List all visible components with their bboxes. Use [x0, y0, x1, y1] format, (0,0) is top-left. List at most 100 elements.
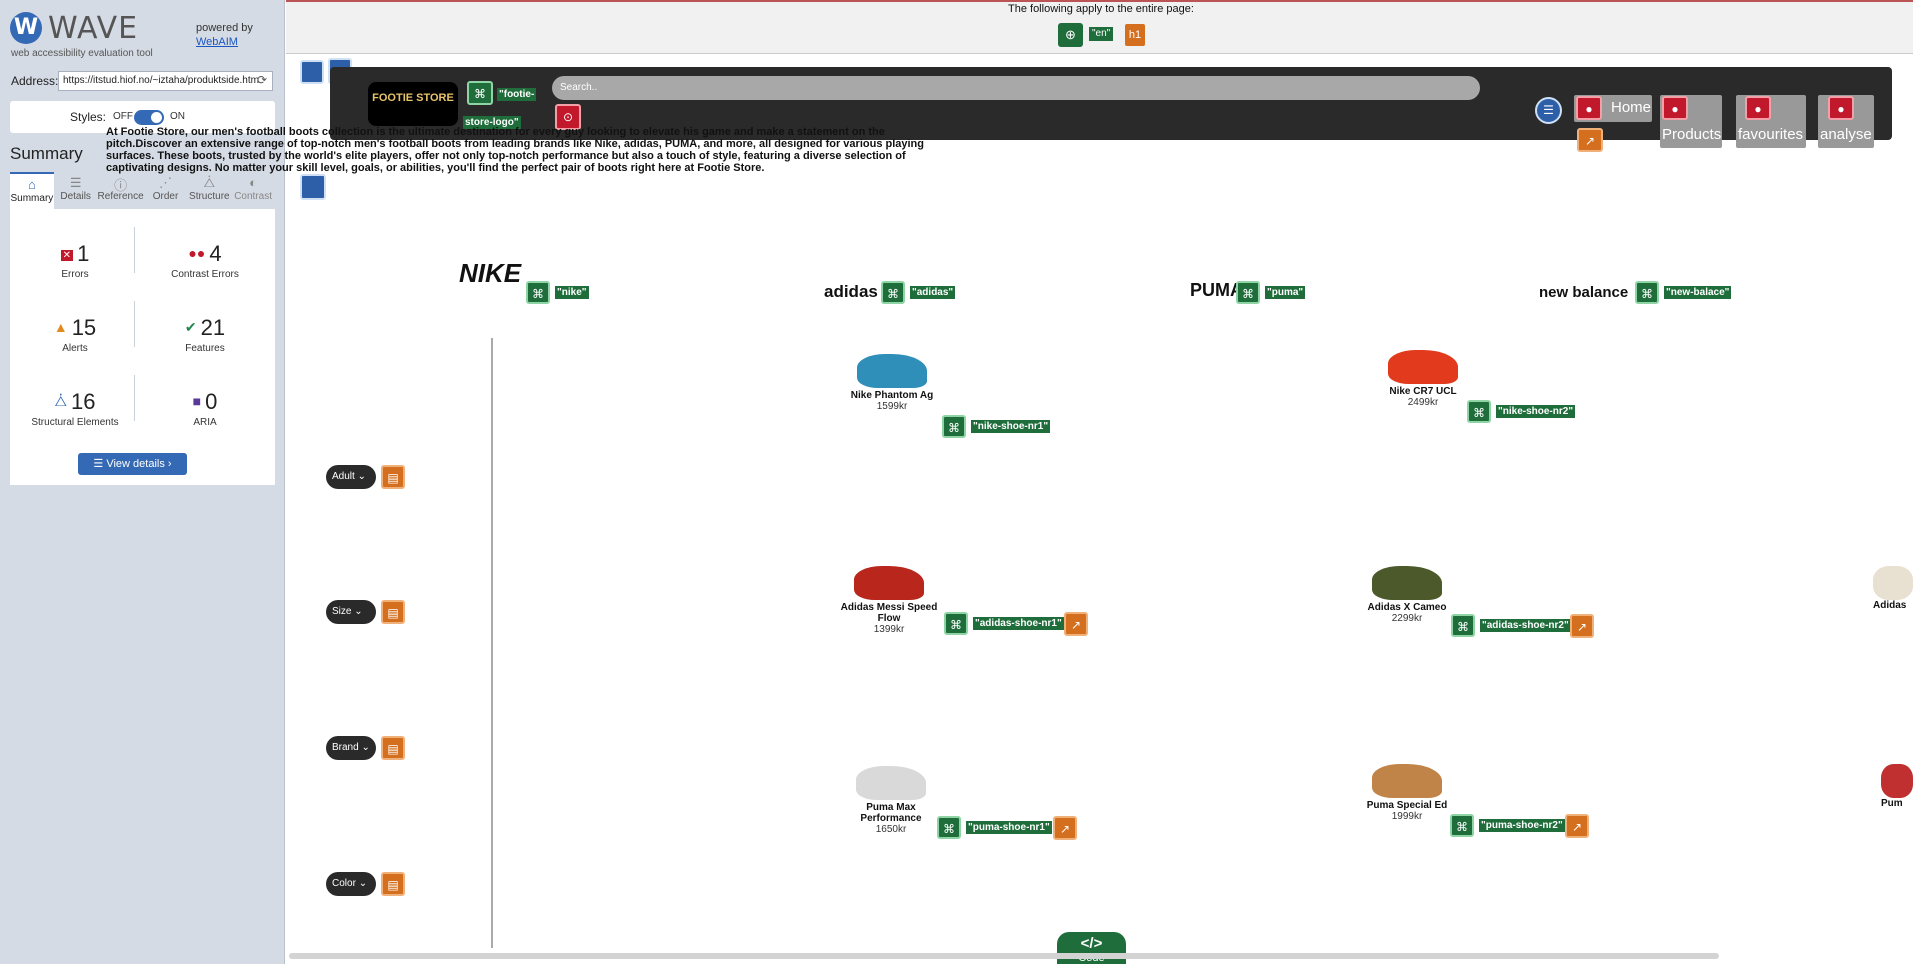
tab-label: Structure: [189, 191, 230, 202]
tab-summary[interactable]: ⌂ Summary: [10, 172, 54, 209]
alt-text-icon[interactable]: ⌘: [944, 612, 968, 635]
product-name: Adidas: [1873, 600, 1907, 611]
alt-text-icon[interactable]: ⌘: [881, 281, 905, 304]
tab-reference[interactable]: ⓘ Reference: [98, 172, 144, 209]
product-name: Pum: [1881, 798, 1903, 809]
intro-paragraph: At Footie Store, our men's football boot…: [106, 126, 924, 174]
product-card[interactable]: Puma Special Ed 1999kr: [1362, 764, 1452, 822]
structural-stat[interactable]: ⧊ 16 Structural Elements: [10, 389, 140, 428]
filter-divider: [491, 338, 493, 948]
product-card-clipped[interactable]: Pum: [1881, 764, 1913, 809]
wave-logo-icon: W: [10, 12, 42, 44]
product-name: Puma Special Ed: [1366, 800, 1448, 811]
product-price: 2499kr: [1407, 397, 1439, 408]
search-input[interactable]: Search..: [552, 76, 1480, 100]
horizontal-scrollbar[interactable]: [289, 953, 1719, 959]
product-card[interactable]: Adidas X Cameo 2299kr: [1362, 566, 1452, 624]
reload-icon[interactable]: ⟳: [257, 73, 267, 87]
product-price: 1599kr: [876, 401, 908, 412]
alert-link-icon[interactable]: ↗: [1570, 614, 1594, 638]
product-name: Adidas Messi Speed Flow: [840, 602, 938, 624]
styles-toggle[interactable]: [134, 110, 164, 125]
alert-select-icon[interactable]: ▤: [381, 465, 405, 489]
features-stat[interactable]: ✔ 21 Features: [140, 315, 270, 354]
aria-stat[interactable]: ■ 0 ARIA: [140, 389, 270, 428]
aria-count: 0: [205, 389, 218, 414]
product-card[interactable]: Adidas Messi Speed Flow 1399kr: [834, 566, 944, 635]
alert-link-icon[interactable]: ↗: [1577, 128, 1603, 152]
product-price: 2299kr: [1391, 613, 1423, 624]
alt-text-icon[interactable]: ⌘: [1451, 614, 1475, 637]
error-icon: ✕: [60, 250, 74, 261]
filter-brand-select[interactable]: Brand ⌄: [326, 736, 376, 760]
contrast-error-icon: ●●: [188, 245, 206, 261]
address-input[interactable]: https://itstud.hiof.no/~iztaha/produktsi…: [58, 71, 273, 91]
contrast-error-icon[interactable]: ●: [1745, 96, 1771, 120]
structure-region-icon[interactable]: [300, 60, 324, 84]
alert-select-icon[interactable]: ▤: [381, 600, 405, 624]
brand-logo-adidas[interactable]: adidas: [824, 282, 878, 302]
structure-region-icon[interactable]: [300, 174, 326, 200]
language-globe-icon[interactable]: ⊕: [1058, 23, 1083, 47]
alt-text-icon[interactable]: ⌘: [937, 816, 961, 839]
contrast-error-icon[interactable]: ●: [1662, 96, 1688, 120]
contrast-errors-label: Contrast Errors: [171, 269, 239, 280]
nav-analyse[interactable]: analyse: [1820, 126, 1872, 143]
tab-order[interactable]: ⋰ Order: [144, 172, 188, 209]
order-icon: ⋰: [159, 175, 173, 190]
product-price: 1399kr: [873, 624, 905, 635]
product-card[interactable]: Nike CR7 UCL 2499kr: [1378, 350, 1468, 408]
brand-logo-nike[interactable]: NIKE: [459, 258, 521, 289]
errors-stat[interactable]: ✕ 1 Errors: [10, 241, 140, 280]
brand-alt-label: "adidas": [910, 286, 956, 299]
alert-select-icon[interactable]: ▤: [381, 736, 405, 760]
alert-select-icon[interactable]: ▤: [381, 872, 405, 896]
product-image: [856, 766, 926, 800]
logo-alt-label-1: "footie-: [497, 88, 537, 101]
alt-text-icon[interactable]: ⌘: [1635, 281, 1659, 304]
alt-text-icon[interactable]: ⌘: [467, 81, 493, 105]
list-icon: ☰: [69, 175, 82, 190]
filter-color-select[interactable]: Color ⌄: [326, 872, 376, 896]
product-image: [857, 354, 927, 388]
alt-text-icon[interactable]: ⌘: [1467, 400, 1491, 423]
code-toggle-button[interactable]: </> Code: [1057, 932, 1126, 964]
view-details-button[interactable]: ☰ View details ›: [78, 453, 187, 475]
tab-details[interactable]: ☰ Details: [54, 172, 98, 209]
nav-products[interactable]: Products: [1662, 126, 1721, 143]
product-card[interactable]: Nike Phantom Ag 1599kr: [847, 354, 937, 412]
h1-alert-icon[interactable]: h1: [1125, 24, 1145, 46]
structure-icon: ⧊: [203, 175, 216, 190]
alert-link-icon[interactable]: ↗: [1565, 814, 1589, 838]
alert-link-icon[interactable]: ↗: [1064, 612, 1088, 636]
product-price: 1650kr: [875, 824, 907, 835]
filter-adult-select[interactable]: Adult ⌄: [326, 465, 376, 489]
alt-text-icon[interactable]: ⌘: [1450, 814, 1474, 837]
product-card[interactable]: Puma Max Performance 1650kr: [836, 766, 946, 835]
product-card-clipped[interactable]: Adidas: [1873, 566, 1913, 611]
contrast-error-icon[interactable]: ●: [1828, 96, 1854, 120]
alert-link-icon[interactable]: ↗: [1053, 816, 1077, 840]
alerts-label: Alerts: [62, 343, 88, 354]
footie-store-logo[interactable]: FOOTIE STORE: [368, 82, 458, 126]
tab-label: Summary: [10, 193, 54, 204]
features-label: Features: [185, 343, 225, 354]
tab-contrast[interactable]: ◐ Contrast: [231, 172, 275, 209]
product-image: [1873, 566, 1913, 600]
powered-by-text: powered by: [196, 22, 253, 34]
alt-text-icon[interactable]: ⌘: [942, 415, 966, 438]
chevron-down-icon: ⌄: [361, 742, 370, 753]
list-structure-icon[interactable]: ☰: [1535, 97, 1562, 124]
alt-text-icon[interactable]: ⌘: [526, 281, 550, 304]
code-icon: </>: [1080, 935, 1103, 952]
contrast-error-icon[interactable]: ●: [1576, 96, 1602, 120]
tab-structure[interactable]: ⧊ Structure: [187, 172, 231, 209]
nav-home[interactable]: Home: [1611, 99, 1651, 116]
contrast-errors-stat[interactable]: ●● 4 Contrast Errors: [140, 241, 270, 280]
nav-favourites[interactable]: favourites: [1738, 126, 1803, 143]
brand-logo-new-balance[interactable]: new balance: [1539, 284, 1628, 301]
alt-text-icon[interactable]: ⌘: [1236, 281, 1260, 304]
webaim-link[interactable]: WebAIM: [196, 36, 238, 48]
alerts-stat[interactable]: ▲ 15 Alerts: [10, 315, 140, 354]
filter-size-select[interactable]: Size ⌄: [326, 600, 376, 624]
